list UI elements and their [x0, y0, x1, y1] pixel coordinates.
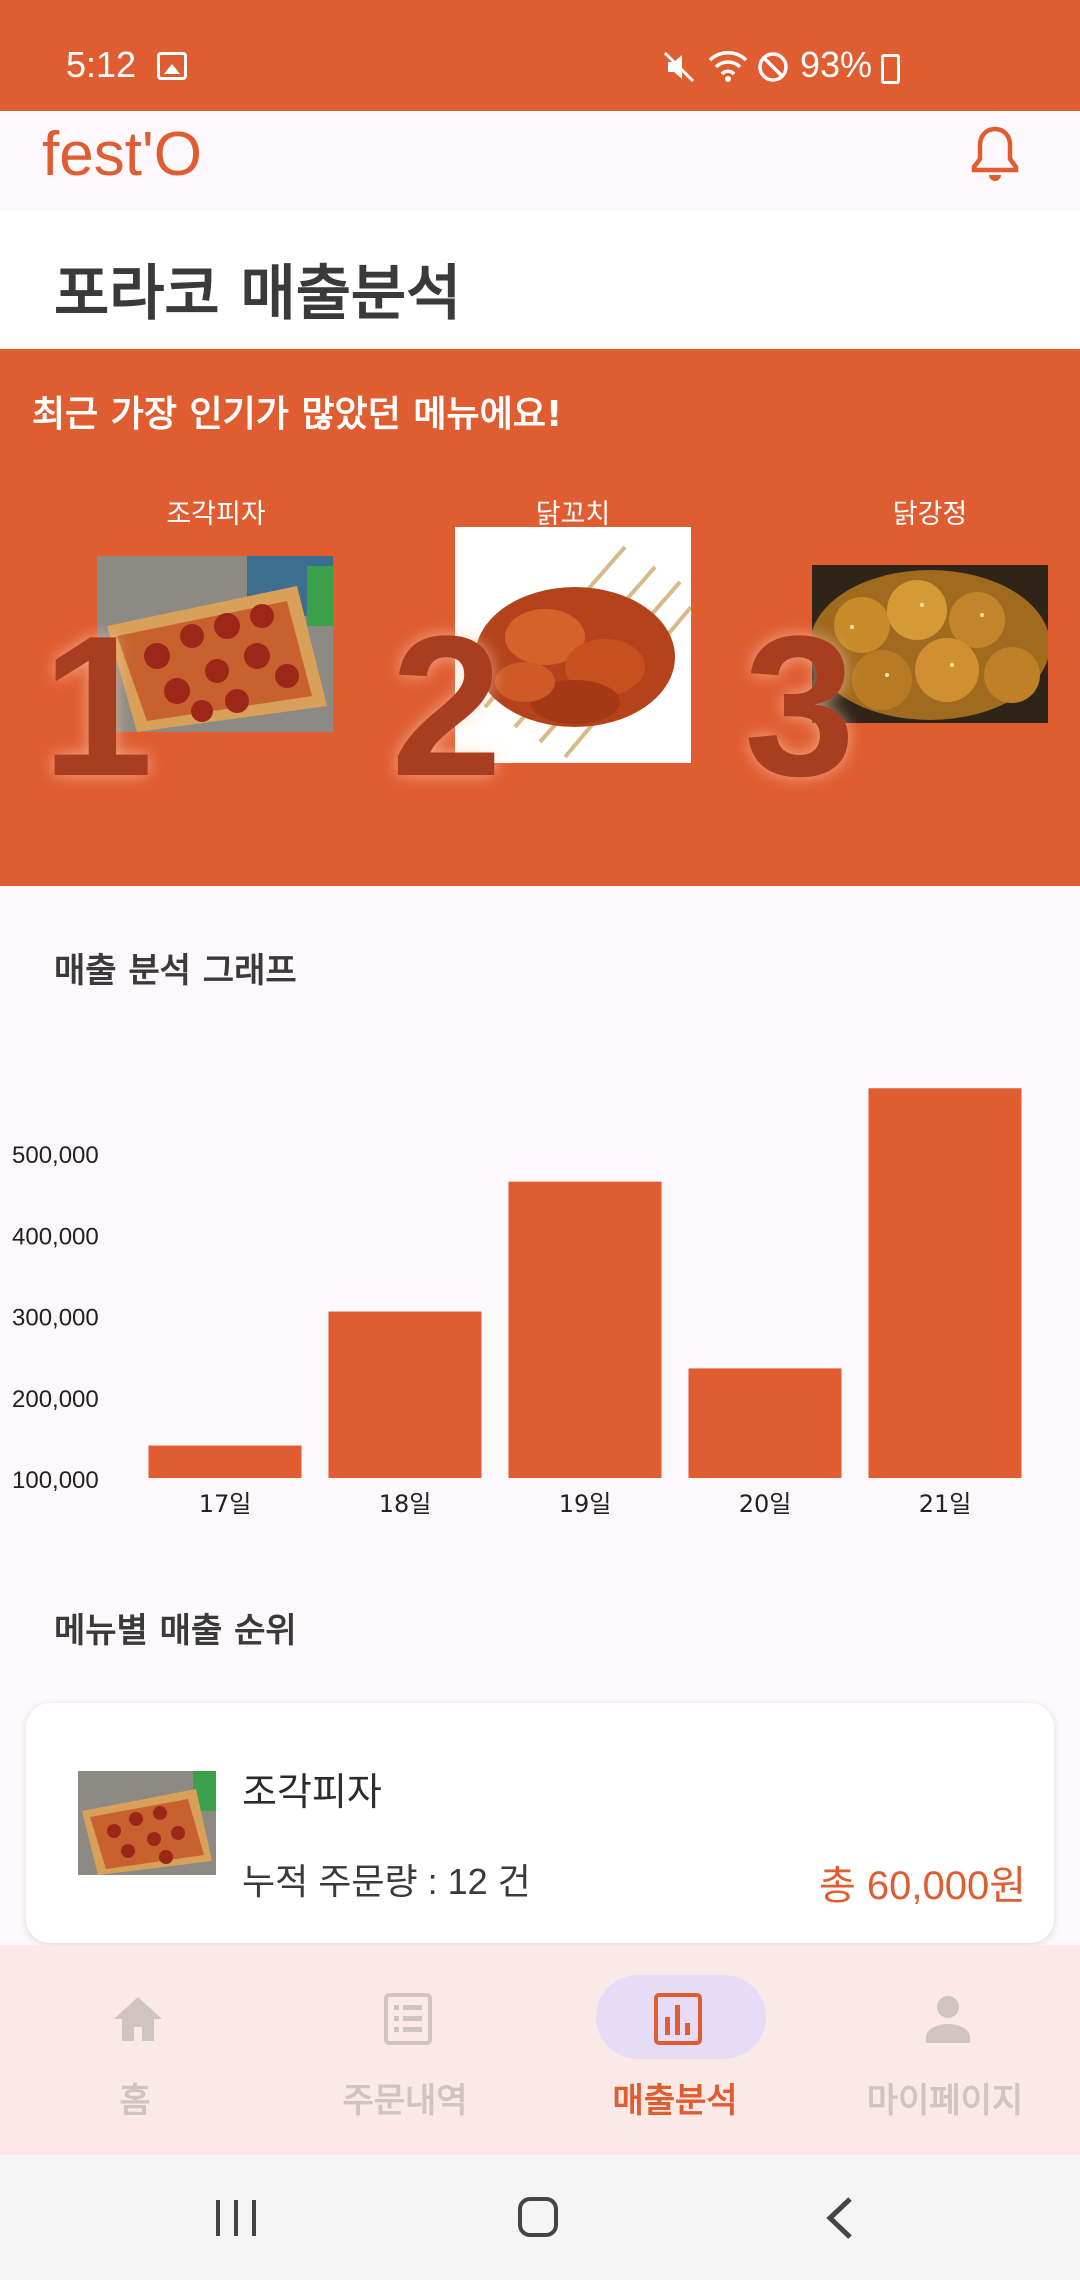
wifi-icon [708, 51, 748, 82]
nav-label: 홈 [119, 2081, 151, 2121]
chart-section-title: 매출 분석 그래프 [54, 951, 297, 991]
status-time: 5:12 [66, 44, 137, 85]
rank-number: 2 [391, 595, 503, 818]
sales-bar-chart: 100,000 200,000 300,000 400,000 500,000 17일 18… [12, 1088, 1022, 1518]
chart-bar[interactable] [508, 1181, 662, 1478]
nav-label: 매출분석 [612, 2081, 738, 2121]
popular-menu-banner: 최근 가장 인기가 많았던 메뉴에요! 조각피자 1 닭꼬치 2 닭강정 3 [0, 349, 1080, 886]
chart-bar[interactable] [148, 1445, 302, 1478]
nav-label: 마이페이지 [866, 2081, 1024, 2121]
x-tick-label: 18일 [379, 1490, 432, 1518]
chart-bar[interactable] [328, 1311, 482, 1478]
y-tick-label: 500,000 [12, 1142, 99, 1169]
page-title: 포라코 매출분석 [54, 259, 462, 329]
menu-name: 조각피자 [242, 1772, 382, 1814]
popular-item-name: 조각피자 [166, 499, 266, 530]
battery-icon [881, 54, 900, 84]
chart-bar[interactable] [688, 1368, 842, 1478]
rank-number: 1 [42, 595, 154, 818]
popular-item[interactable]: 닭강정 3 [744, 349, 1080, 886]
nav-mypage[interactable]: 마이페이지 [810, 1945, 1080, 2155]
x-tick-label: 20일 [739, 1490, 792, 1518]
page-title-section: 포라코 매출분석 [0, 211, 1080, 349]
order-list-icon [384, 1993, 432, 2045]
x-tick-label: 17일 [199, 1490, 252, 1518]
y-tick-label: 100,000 [12, 1467, 99, 1494]
y-tick-label: 400,000 [12, 1223, 99, 1250]
system-navigation [0, 2155, 1080, 2280]
popular-item-name: 닭강정 [892, 499, 968, 530]
back-icon[interactable] [740, 2155, 940, 2280]
order-count: 누적 주문량 : 12 건 [242, 1861, 531, 1902]
y-tick-label: 200,000 [12, 1386, 99, 1413]
nav-label: 주문내역 [342, 2081, 468, 2121]
chart-icon [654, 1993, 702, 2045]
nav-orders[interactable]: 주문내역 [270, 1945, 540, 2155]
nav-sales-analysis[interactable]: 매출분석 [540, 1945, 810, 2155]
home-icon [114, 1997, 162, 2041]
popular-item[interactable]: 닭꼬치 2 [391, 349, 723, 886]
home-button-icon[interactable] [438, 2155, 638, 2280]
recent-apps-icon[interactable] [136, 2155, 336, 2280]
status-bar: 5:12 93% [0, 0, 1080, 111]
image-notification-icon [157, 52, 187, 80]
menu-rank-card[interactable]: 조각피자 누적 주문량 : 12 건 총 60,000원 [26, 1703, 1054, 1943]
nav-home[interactable]: 홈 [0, 1945, 270, 2155]
popular-item[interactable]: 조각피자 1 [42, 349, 366, 886]
x-tick-label: 21일 [919, 1490, 972, 1518]
rank-number: 3 [744, 595, 856, 818]
battery-percent: 93% [800, 44, 873, 85]
app-logo[interactable]: fest'O [42, 119, 202, 190]
app-bar: fest'O [0, 111, 1080, 211]
sales-total: 총 60,000원 [818, 1864, 1026, 1908]
bottom-navigation: 홈 주문내역 매출분석 마이페이지 [0, 1945, 1080, 2155]
pizza-thumbnail [78, 1771, 216, 1875]
person-icon [926, 1996, 970, 2043]
popular-item-name: 닭꼬치 [535, 499, 611, 530]
chart-bar[interactable] [868, 1088, 1022, 1478]
block-icon [758, 52, 788, 82]
bell-icon[interactable] [970, 123, 1020, 185]
y-tick-label: 300,000 [12, 1305, 99, 1332]
ranking-section-title: 메뉴별 매출 순위 [54, 1611, 297, 1651]
mute-icon [663, 51, 695, 83]
x-tick-label: 19일 [559, 1490, 612, 1518]
